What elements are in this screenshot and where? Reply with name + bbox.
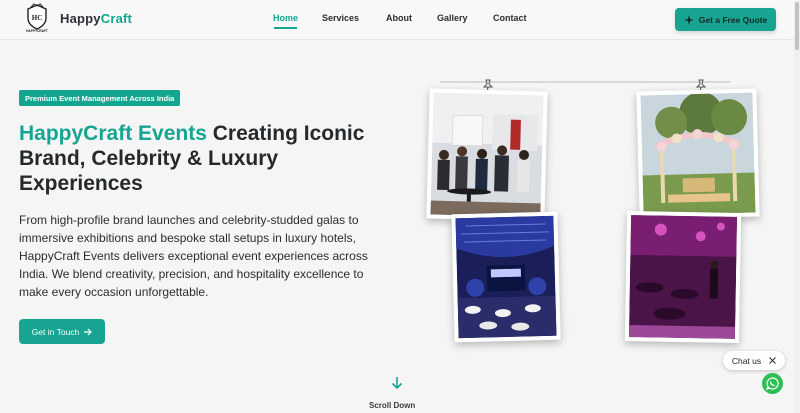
active-nav-underline <box>274 27 297 29</box>
nav-link-home[interactable]: Home <box>273 13 298 23</box>
nav-link-contact[interactable]: Contact <box>493 13 527 23</box>
scroll-down-label[interactable]: Scroll Down <box>369 401 415 410</box>
whatsapp-icon <box>766 377 779 390</box>
nav-link-gallery[interactable]: Gallery <box>437 13 468 23</box>
navbar: HC HAPPYCRAFT HappyCraft Home Services A… <box>0 0 800 40</box>
arrow-right-icon <box>84 328 93 335</box>
chat-bubble[interactable]: Chat us <box>723 351 785 370</box>
free-quote-label: Get a Free Quote <box>698 14 768 25</box>
gallery-photo-networking[interactable] <box>426 88 548 222</box>
gallery-photo-purple-gala[interactable] <box>624 211 742 343</box>
nav-link-services[interactable]: Services <box>322 13 359 23</box>
stage-concert-image <box>455 215 557 339</box>
hero-headline: HappyCraft Events Creating Iconic Brand,… <box>19 121 379 196</box>
free-quote-button[interactable]: Get a Free Quote <box>675 8 776 31</box>
sparkle-icon <box>683 14 694 25</box>
page-scrollbar[interactable] <box>794 0 800 413</box>
purple-gala-image <box>628 215 738 339</box>
get-in-touch-button[interactable]: Get in Touch <box>19 319 105 344</box>
arrow-down-icon[interactable] <box>391 376 403 390</box>
chat-label: Chat us <box>731 355 762 366</box>
hero-badge: Premium Event Management Across India <box>19 90 181 106</box>
networking-event-image <box>430 92 544 218</box>
gallery-photo-stage-concert[interactable] <box>451 211 561 343</box>
hero-description: From high-profile brand launches and cel… <box>19 213 368 299</box>
scrollbar-thumb[interactable] <box>795 2 799 50</box>
whatsapp-button[interactable] <box>762 373 783 394</box>
floral-mandap-image <box>640 91 756 216</box>
gallery-photo-floral-mandap[interactable] <box>636 88 760 220</box>
headline-accent: HappyCraft Events <box>19 122 207 145</box>
close-icon[interactable] <box>769 357 777 364</box>
get-in-touch-label: Get in Touch <box>31 326 80 337</box>
nav-link-about[interactable]: About <box>386 13 412 23</box>
logo-caption: HAPPYCRAFT <box>26 29 48 33</box>
